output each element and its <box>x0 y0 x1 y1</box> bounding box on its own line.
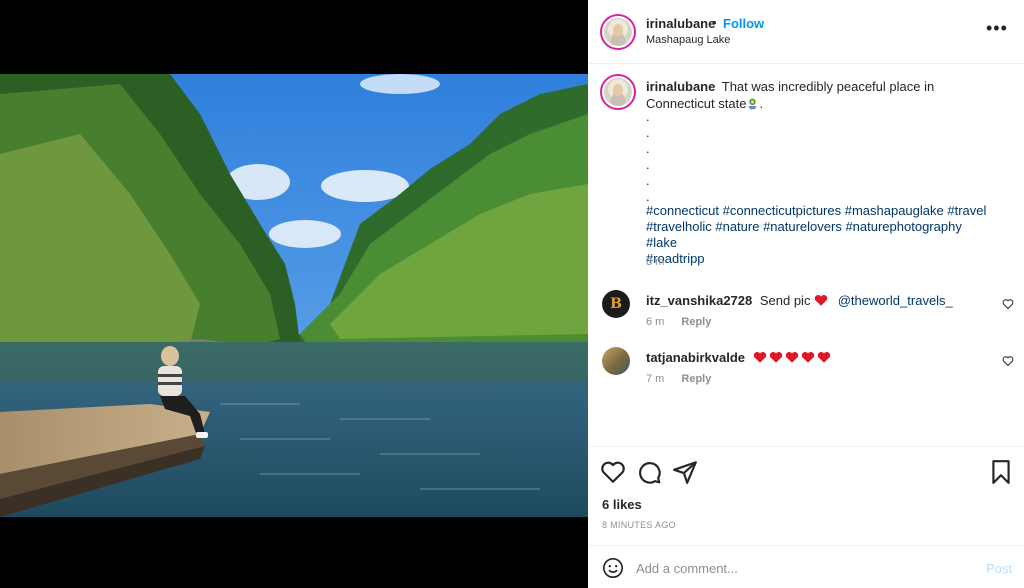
caption-end: . <box>759 96 764 111</box>
caption-dot: . <box>646 125 650 140</box>
save-bookmark-icon[interactable] <box>988 459 1014 485</box>
commenter-username[interactable]: tatjanabirkvalde <box>646 350 745 365</box>
red-heart-emoji-icon <box>753 351 766 363</box>
separator-dot: • <box>712 15 717 30</box>
red-heart-emoji-icon <box>814 294 828 306</box>
post-media <box>0 0 588 588</box>
caption-text: irinalubane That was incredibly peaceful… <box>646 78 986 112</box>
hashtags-line[interactable]: #travelholic #nature #naturelovers #natu… <box>646 219 996 251</box>
hashtags-line[interactable]: #roadtripp <box>646 251 996 267</box>
more-options-icon[interactable]: ••• <box>986 19 1010 42</box>
like-heart-icon[interactable] <box>600 459 626 485</box>
comment-meta: 6 m Reply <box>646 316 711 328</box>
red-heart-emoji-icon <box>801 351 814 363</box>
author-username[interactable]: irinalubane <box>646 16 715 31</box>
caption-dot: . <box>646 173 650 188</box>
post-panel: irinalubane • Follow Mashapaug Lake ••• … <box>588 0 1024 588</box>
hashtags-line[interactable]: #connecticut #connecticutpictures #masha… <box>646 203 996 219</box>
commenter-avatar[interactable] <box>602 347 630 375</box>
red-heart-emoji-icon <box>785 351 798 363</box>
comment-meta: 7 m Reply <box>646 373 711 385</box>
post-photo[interactable] <box>0 74 588 517</box>
caption-username[interactable]: irinalubane <box>646 79 715 94</box>
red-heart-emoji-icon <box>817 351 830 363</box>
caption-dot: . <box>646 109 650 124</box>
caption-hashtags[interactable]: #connecticut #connecticutpictures #masha… <box>646 203 996 267</box>
comment-body: Send pic <box>759 293 811 308</box>
comment-item: tatjanabirkvalde 7 m Reply <box>588 347 1024 403</box>
commenter-avatar[interactable]: B <box>602 290 630 318</box>
likes-count[interactable]: 6 likes <box>602 497 642 512</box>
comment-mention[interactable]: @theworld_travels_ <box>838 293 953 308</box>
post-location[interactable]: Mashapaug Lake <box>646 34 730 46</box>
caption-avatar[interactable] <box>600 74 636 110</box>
emoji-smiley-icon[interactable] <box>602 557 624 579</box>
commenter-username[interactable]: itz_vanshika2728 <box>646 293 752 308</box>
post-button[interactable]: Post <box>986 561 1012 576</box>
caption-dot: . <box>646 157 650 172</box>
comment-like-heart-icon[interactable] <box>1002 355 1014 367</box>
reply-button[interactable]: Reply <box>681 373 711 385</box>
comment-item: B itz_vanshika2728 Send pic @theworld_tr… <box>588 290 1024 346</box>
comment-input[interactable] <box>636 556 956 580</box>
reply-button[interactable]: Reply <box>681 316 711 328</box>
comment-bubble-icon[interactable] <box>636 459 662 485</box>
comment-like-heart-icon[interactable] <box>1002 298 1014 310</box>
follow-button[interactable]: Follow <box>723 16 764 31</box>
map-pin-emoji-icon <box>748 98 758 110</box>
comment-composer: Post <box>588 545 1024 588</box>
share-paper-plane-icon[interactable] <box>672 459 698 485</box>
author-avatar[interactable] <box>600 14 636 50</box>
comment-time: 7 m <box>646 373 665 385</box>
caption-timestamp: 8 m <box>646 256 665 268</box>
post-header: irinalubane • Follow Mashapaug Lake ••• <box>588 0 1024 64</box>
avatar-letter: B <box>610 296 622 312</box>
comment-text: tatjanabirkvalde <box>646 350 986 366</box>
caption-dot: . <box>646 141 650 156</box>
caption-dots: . . . . . . <box>646 109 650 205</box>
red-heart-emoji-icon <box>769 351 782 363</box>
comment-time: 6 m <box>646 316 665 328</box>
posted-time: 8 MINUTES AGO <box>602 520 676 530</box>
comment-text: itz_vanshika2728 Send pic @theworld_trav… <box>646 293 986 309</box>
